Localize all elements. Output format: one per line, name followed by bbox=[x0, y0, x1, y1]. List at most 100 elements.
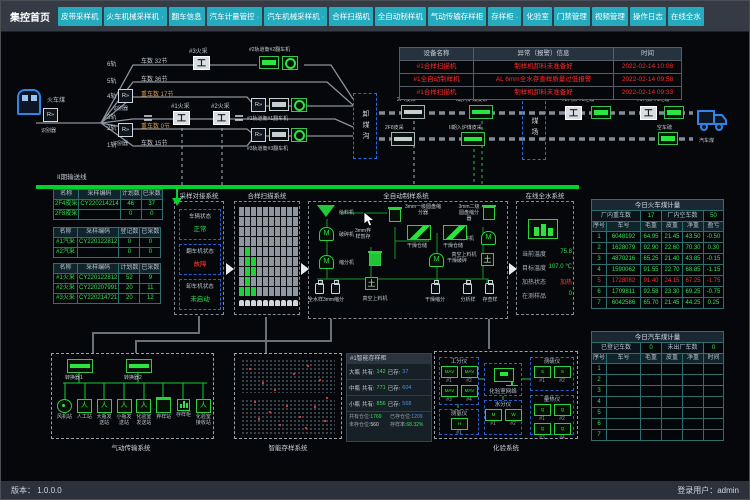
stored-sample-dot bbox=[324, 420, 326, 422]
lab-instrument-icon[interactable]: MAV#3 bbox=[441, 385, 457, 403]
lab-instrument-icon[interactable]: MAV#1 bbox=[441, 366, 457, 384]
vacuum-feeder2-icon[interactable]: 土 bbox=[481, 253, 494, 266]
table-row: 1604819264.9521.4543.50-0.50 bbox=[592, 232, 724, 243]
lab-instrument-icon[interactable]: Q#2 bbox=[554, 404, 570, 422]
table-row: 6170981192.5823.3069.25-0.75 bbox=[592, 287, 724, 298]
empty-weighbridge-icon[interactable] bbox=[658, 132, 678, 145]
disc-divider1-icon[interactable] bbox=[389, 209, 401, 222]
tab-视频管理[interactable]: 视频管理 bbox=[592, 7, 628, 26]
tab-火车机械采样机[interactable]: 火车机械采样机 · bbox=[104, 7, 167, 26]
track-3-label: 3轨 bbox=[107, 112, 116, 121]
tab-门禁管理[interactable]: 门禁管理 bbox=[554, 7, 590, 26]
belt-sampler-2f8-icon[interactable] bbox=[391, 132, 415, 146]
tab-全自动制样机[interactable]: 全自动制样机 bbox=[375, 7, 426, 26]
tab-home[interactable]: 集控首页 bbox=[4, 9, 56, 24]
belt-sampler-p2-icon[interactable] bbox=[461, 132, 485, 146]
tab-bar: 皮带采样机火车机械采样机 ·翻车信息汽车计量管控 ·汽车机械采样机 ·合样扫描机… bbox=[58, 7, 704, 26]
person-station-icon[interactable]: 人大瓶发送站 bbox=[95, 399, 114, 427]
rfid-reader-icon[interactable]: R» bbox=[251, 98, 266, 112]
scan-slot bbox=[263, 227, 268, 236]
keep-bottle-icon[interactable] bbox=[485, 283, 494, 294]
lab-instrument-icon[interactable]: M#1 bbox=[485, 409, 501, 427]
tab-翻车信息[interactable]: 翻车信息 bbox=[169, 7, 205, 26]
rfid-reader-label: 识别器 bbox=[41, 127, 56, 134]
tab-合样扫描机[interactable]: 合样扫描机 bbox=[329, 7, 373, 26]
moisture-oven-icon[interactable] bbox=[528, 219, 558, 239]
waste-bin-icon[interactable] bbox=[369, 253, 381, 266]
scan-slot bbox=[263, 217, 268, 226]
train-sampler-3-icon[interactable]: 工 bbox=[193, 56, 210, 70]
person-station-icon[interactable]: 人人工站 bbox=[75, 399, 94, 427]
disc-divider2-icon[interactable] bbox=[483, 207, 495, 220]
rail-scale-2-icon[interactable] bbox=[259, 56, 279, 69]
tab-汽车机械采样机[interactable]: 汽车机械采样机 · bbox=[264, 7, 327, 26]
person-station-icon[interactable]: 人化验室接收站 bbox=[194, 399, 213, 427]
dryer1-icon[interactable] bbox=[407, 225, 431, 240]
person-station-icon[interactable]: 人化验室发送站 bbox=[134, 399, 153, 427]
feeder-funnel-icon[interactable] bbox=[317, 205, 335, 217]
truck-sampler-1-icon[interactable]: 工 bbox=[640, 106, 657, 120]
belt-sampler-p1-icon[interactable] bbox=[469, 105, 493, 119]
tab-存样柜[interactable]: 存样柜 · bbox=[488, 7, 521, 26]
tippler-1-icon[interactable] bbox=[291, 98, 307, 112]
rfid-reader-icon[interactable]: R» bbox=[43, 108, 58, 122]
tab-汽车计量管控[interactable]: 汽车计量管控 · bbox=[207, 7, 263, 26]
crusher2-icon[interactable]: M bbox=[429, 253, 444, 267]
tab-皮带采样机[interactable]: 皮带采样机 bbox=[58, 7, 102, 26]
rail-scale-3-icon[interactable] bbox=[269, 128, 289, 141]
lab-instrument-icon[interactable]: Q#3 bbox=[534, 423, 550, 441]
lab-instrument-icon[interactable]: S#2 bbox=[554, 366, 570, 384]
stored-sample-dot bbox=[258, 418, 260, 420]
dry-divide-bottle-icon[interactable] bbox=[431, 283, 440, 294]
tippler-2-icon[interactable] bbox=[282, 56, 298, 70]
rfid-reader-icon[interactable]: R» bbox=[118, 123, 133, 137]
rfid-reader-icon[interactable]: R» bbox=[118, 89, 133, 103]
train-sampler-2-icon[interactable]: 工 bbox=[213, 111, 230, 125]
train-sampler-1-icon[interactable]: 工 bbox=[173, 111, 190, 125]
person-station-icon[interactable]: 人小瓶发送站 bbox=[115, 399, 134, 427]
lab-instrument-icon[interactable]: H#1 bbox=[451, 418, 467, 436]
full-moisture-bottle-icon[interactable] bbox=[315, 283, 324, 294]
scan-slot bbox=[263, 267, 268, 276]
weighbridge-1-icon[interactable] bbox=[664, 106, 684, 119]
lab-instrument-icon[interactable]: Q#1 bbox=[534, 404, 550, 422]
scan-slot bbox=[275, 207, 280, 216]
dryer2-icon[interactable] bbox=[443, 225, 467, 240]
tab-气动传输存样柜[interactable]: 气动传输存样柜 bbox=[428, 7, 487, 26]
train-icon[interactable] bbox=[17, 89, 41, 115]
lab-instrument-icon[interactable]: MAV#2 bbox=[461, 366, 477, 384]
truck-sampler-2-icon[interactable]: 工 bbox=[565, 106, 582, 120]
fan-station-icon[interactable]: 风机站 bbox=[55, 399, 74, 427]
tippler-3-icon[interactable] bbox=[291, 128, 307, 142]
weighbridge-2-icon[interactable] bbox=[591, 106, 611, 119]
tab-化验室[interactable]: 化验室 bbox=[523, 7, 552, 26]
scan-slot bbox=[239, 207, 244, 216]
belt-sampler-2f4-icon[interactable] bbox=[401, 105, 425, 119]
lab-instrument-icon[interactable]: W#2 bbox=[505, 409, 521, 427]
full-moisture-bottle-icon[interactable] bbox=[331, 283, 340, 294]
divider1-icon[interactable]: M bbox=[319, 255, 334, 269]
lab-network-icon[interactable] bbox=[494, 368, 530, 386]
tab-在线全水[interactable]: 在线全水 bbox=[668, 7, 704, 26]
tab-操作日志[interactable]: 操作日志 bbox=[630, 7, 666, 26]
vacuum-feeder-icon[interactable]: 土 bbox=[365, 277, 378, 290]
analysis-bottle-icon[interactable] bbox=[463, 283, 472, 294]
bin-station-icon[interactable]: 弃样站 bbox=[154, 399, 173, 427]
stored-sample-dot bbox=[326, 397, 328, 399]
storage-cabinet-footer: 共有仓位:1769已存仓位:1209未存仓位:560存样率:68.32% bbox=[347, 412, 431, 429]
truck-icon[interactable] bbox=[695, 105, 729, 135]
scan-slot bbox=[263, 287, 268, 296]
rail-scale-1-icon[interactable] bbox=[269, 98, 289, 111]
lab-instrument-icon[interactable]: S#1 bbox=[534, 366, 550, 384]
track-2-info: 重车数 0节 bbox=[141, 121, 170, 130]
converter2-icon[interactable] bbox=[126, 359, 152, 373]
lab-instrument-icon[interactable]: MAV#4 bbox=[461, 385, 477, 403]
crusher3-icon[interactable]: M bbox=[481, 231, 496, 245]
scan-bottle bbox=[251, 300, 256, 306]
scan-slot bbox=[263, 247, 268, 256]
converter1-icon[interactable] bbox=[67, 359, 93, 373]
cabinet-station-icon[interactable]: 存样柜 bbox=[174, 399, 193, 427]
rfid-reader-icon[interactable]: R» bbox=[251, 128, 266, 142]
crusher1-icon[interactable]: M bbox=[319, 227, 334, 241]
lab-instrument-icon[interactable]: Q#4 bbox=[554, 423, 570, 441]
